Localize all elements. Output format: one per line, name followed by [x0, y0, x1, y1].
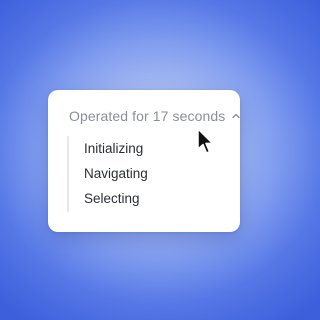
step-list: Initializing Navigating Selecting — [84, 140, 148, 215]
step-item-initializing: Initializing — [84, 141, 144, 156]
activity-panel: Operated for 17 seconds Initializing Nav… — [48, 90, 241, 232]
chevron-up-icon[interactable] — [231, 111, 241, 121]
step-item-navigating: Navigating — [84, 166, 148, 181]
activity-header-toggle[interactable]: Operated for 17 seconds — [69, 108, 241, 124]
activity-duration-label: Operated for 17 seconds — [69, 108, 226, 124]
mouse-pointer-icon — [196, 128, 216, 156]
step-item-selecting: Selecting — [84, 191, 140, 206]
step-list-rail — [67, 136, 69, 212]
